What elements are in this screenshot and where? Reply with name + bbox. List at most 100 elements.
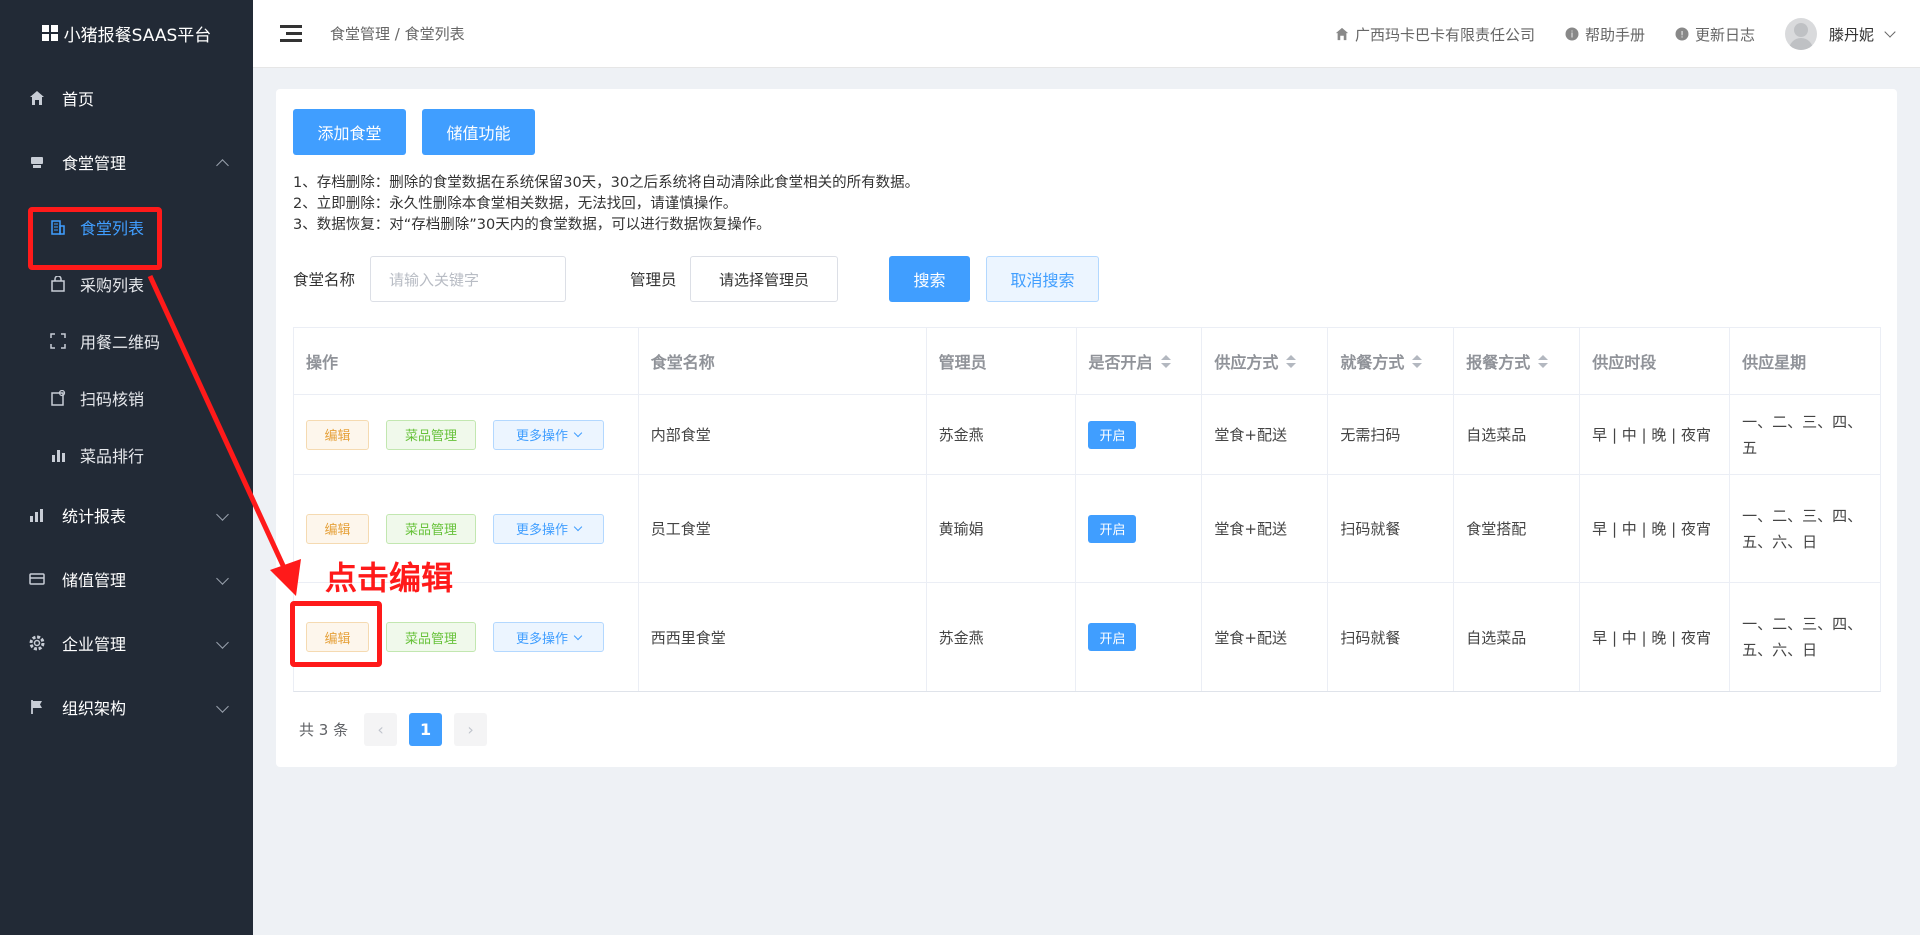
sort-icon[interactable] [1286, 354, 1297, 368]
order-cell: 自选菜品 [1454, 395, 1581, 474]
svg-text:i: i [1571, 31, 1574, 41]
breadcrumb: 食堂管理 / 食堂列表 [330, 25, 465, 43]
admin-select[interactable]: 请选择管理员 [690, 256, 838, 302]
scan-icon [50, 332, 66, 349]
alert-icon: ! [1675, 27, 1689, 41]
dish-management-button[interactable]: 菜品管理 [386, 513, 476, 544]
sidebar: 小猪报餐SAAS平台 首页 食堂管理 食堂列表 采购列表 用餐二维码 扫码核销 … [0, 0, 253, 935]
canteen-name-input[interactable]: 请输入关键字 [370, 256, 566, 302]
main-card: 添加食堂 储值功能 1、存档删除：删除的食堂数据在系统保留30天，30之后系统将… [276, 89, 1897, 767]
order-cell: 食堂搭配 [1454, 475, 1581, 582]
page-number-button[interactable]: 1 [409, 713, 443, 746]
notes: 1、存档删除：删除的食堂数据在系统保留30天，30之后系统将自动清除此食堂相关的… [293, 173, 919, 236]
more-actions-button[interactable]: 更多操作 [493, 513, 604, 544]
logo: 小猪报餐SAAS平台 [0, 0, 253, 66]
dish-management-button[interactable]: 菜品管理 [386, 419, 476, 450]
recharge-button[interactable]: 储值功能 [422, 109, 535, 155]
next-page-button[interactable]: › [454, 713, 488, 746]
table-header: 操作 食堂名称 管理员 是否开启 供应方式 就餐方式 报餐方式 供应时段 供应星… [294, 328, 1880, 395]
canteen-name-cell: 内部食堂 [639, 395, 927, 474]
sidebar-item-enterprise[interactable]: 企业管理 [0, 611, 253, 675]
dish-management-button[interactable]: 菜品管理 [386, 622, 476, 652]
top-header: 食堂管理 / 食堂列表 广西玛卡巴卡有限责任公司 i 帮助手册 ! 更新日志 滕… [253, 0, 1920, 68]
dining-cell: 无需扫码 [1328, 395, 1455, 474]
sort-icon[interactable] [1160, 354, 1171, 368]
status-badge: 开启 [1088, 623, 1137, 651]
actions-cell: 编辑 菜品管理 更多操作 [294, 395, 639, 474]
more-actions-button[interactable]: 更多操作 [493, 419, 604, 450]
period-cell: 早 | 中 | 晚 | 夜宵 [1580, 395, 1731, 474]
col-header: 管理员 [927, 328, 1077, 394]
chevron-down-icon [573, 428, 583, 438]
col-header-sortable[interactable]: 是否开启 [1077, 328, 1203, 394]
status-cell: 开启 [1076, 475, 1203, 582]
changelog-link[interactable]: ! 更新日志 [1675, 24, 1755, 45]
sidebar-item-home[interactable]: 首页 [0, 66, 253, 130]
menu-toggle-icon[interactable] [280, 24, 302, 43]
info-icon: i [1565, 27, 1579, 41]
period-cell: 早 | 中 | 晚 | 夜宵 [1580, 583, 1731, 691]
sidebar-item-label: 组织架构 [62, 699, 127, 718]
help-link[interactable]: i 帮助手册 [1565, 24, 1645, 45]
col-header-label: 供应方式 [1214, 353, 1279, 372]
sidebar-item-dish-ranking[interactable]: 菜品排行 [0, 426, 253, 483]
col-header-label: 报餐方式 [1466, 353, 1531, 372]
sidebar-item-label: 统计报表 [62, 507, 127, 526]
flag-icon [28, 698, 46, 716]
col-header: 操作 [294, 328, 639, 394]
canteen-name-cell: 员工食堂 [639, 475, 927, 582]
supply-cell: 堂食+配送 [1202, 583, 1329, 691]
sidebar-item-canteen-management[interactable]: 食堂管理 [0, 130, 253, 194]
logo-text: 小猪报餐SAAS平台 [63, 25, 212, 46]
chevron-down-icon [216, 636, 229, 649]
supply-cell: 堂食+配送 [1202, 395, 1329, 474]
sort-icon[interactable] [1412, 354, 1423, 368]
sidebar-item-recharge[interactable]: 储值管理 [0, 547, 253, 611]
company-link[interactable]: 广西玛卡巴卡有限责任公司 [1335, 24, 1535, 45]
pagination: 共 3 条 ‹ 1 › [299, 713, 488, 746]
edit-button[interactable]: 编辑 [306, 419, 369, 450]
search-button[interactable]: 搜索 [889, 256, 970, 302]
chevron-up-icon [216, 159, 229, 172]
chevron-down-icon[interactable] [1884, 26, 1896, 38]
sidebar-item-label: 食堂管理 [62, 154, 127, 173]
verify-icon [50, 389, 66, 406]
prev-page-button[interactable]: ‹ [364, 713, 398, 746]
admin-cell: 苏金燕 [927, 395, 1077, 474]
sidebar-item-label: 扫码核销 [80, 389, 145, 409]
sidebar-item-label: 首页 [62, 90, 95, 109]
chevron-down-icon [216, 572, 229, 585]
sidebar-item-statistics[interactable]: 统计报表 [0, 483, 253, 547]
note-line: 3、数据恢复：对“存档删除”30天内的食堂数据，可以进行数据恢复操作。 [293, 217, 771, 233]
col-header-sortable[interactable]: 就餐方式 [1328, 328, 1455, 394]
status-cell: 开启 [1076, 583, 1203, 691]
edit-button[interactable]: 编辑 [306, 513, 369, 544]
period-cell: 早 | 中 | 晚 | 夜宵 [1580, 475, 1731, 582]
add-canteen-button[interactable]: 添加食堂 [293, 109, 406, 155]
admin-cell: 苏金燕 [927, 583, 1077, 691]
logo-grid-icon [41, 25, 58, 41]
avatar[interactable] [1784, 18, 1817, 50]
sidebar-item-scan-verify[interactable]: 扫码核销 [0, 369, 253, 426]
chevron-down-icon [573, 631, 583, 640]
col-header-label: 就餐方式 [1340, 353, 1405, 372]
sort-icon[interactable] [1538, 354, 1549, 368]
header-right: 广西玛卡巴卡有限责任公司 i 帮助手册 ! 更新日志 滕丹妮 [1305, 0, 1896, 68]
col-header: 供应星期 [1742, 353, 1807, 372]
sidebar-item-label: 储值管理 [62, 571, 127, 590]
changelog-label: 更新日志 [1694, 25, 1755, 44]
weekdays-cell: 一、二、三、四、五、六、日 [1742, 506, 1863, 551]
col-header-sortable[interactable]: 供应方式 [1202, 328, 1329, 394]
col-header-label: 是否开启 [1088, 353, 1153, 372]
status-cell: 开启 [1076, 395, 1203, 474]
col-header-sortable[interactable]: 报餐方式 [1454, 328, 1581, 394]
cancel-search-button[interactable]: 取消搜索 [986, 256, 1099, 302]
col-header: 供应时段 [1580, 328, 1731, 394]
more-actions-button[interactable]: 更多操作 [493, 622, 604, 652]
sidebar-item-organization[interactable]: 组织架构 [0, 675, 253, 739]
username[interactable]: 滕丹妮 [1829, 24, 1874, 45]
weekdays-cell: 一、二、三、四、五、六、日 [1742, 615, 1863, 659]
gear-icon [28, 634, 46, 652]
chevron-down-icon [573, 522, 583, 532]
sidebar-item-qrcode[interactable]: 用餐二维码 [0, 312, 253, 369]
